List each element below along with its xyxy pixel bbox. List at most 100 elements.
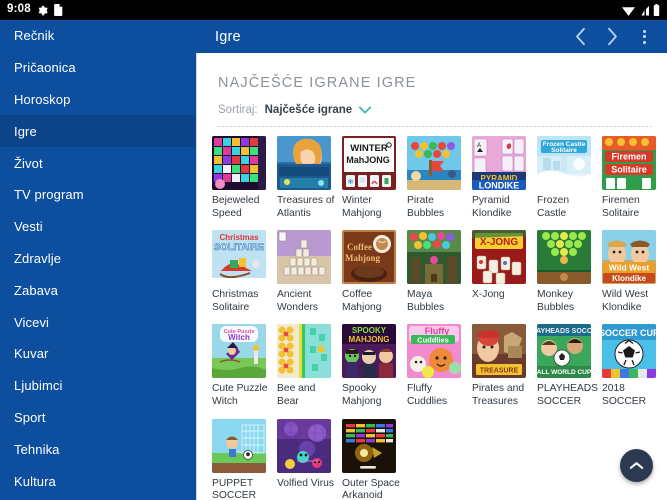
svg-text:SOLITAIRE: SOLITAIRE <box>214 242 264 253</box>
chevron-up-icon <box>629 462 644 469</box>
game-thumbnail <box>407 136 461 190</box>
signal-icon <box>638 5 650 16</box>
game-tile[interactable]: SOCCER CUP 2018 SOCCER <box>602 324 667 408</box>
game-title: X-Jong <box>472 289 505 301</box>
game-title: Ancient Wonders <box>277 289 319 313</box>
game-title: Maya Bubbles <box>407 289 445 313</box>
svg-text:✻: ✻ <box>348 178 354 186</box>
sidebar-item-label: Vesti <box>14 219 43 235</box>
sidebar-item-ljubimci[interactable]: Ljubimci <box>0 370 196 402</box>
game-thumbnail: Fluffy Cuddlies <box>407 324 461 379</box>
more-vertical-icon <box>642 29 646 44</box>
sidebar-item-vesti[interactable]: Vesti <box>0 211 196 243</box>
game-title: Pyramid Klondike <box>472 195 512 219</box>
game-tile[interactable]: Maya Bubbles <box>407 230 472 314</box>
sidebar-item-zdravlje[interactable]: Zdravlje <box>0 243 196 275</box>
game-thumbnail <box>277 230 331 285</box>
sidebar-item-tehnika[interactable]: Tehnika <box>0 433 196 465</box>
svg-text:Wild West: Wild West <box>609 263 650 273</box>
sidebar-item-label: Tehnika <box>14 441 60 457</box>
game-tile[interactable]: Bee and Bear <box>277 324 342 408</box>
overflow-menu-button[interactable] <box>629 22 659 52</box>
game-tile[interactable]: Volfied Virus <box>277 418 342 500</box>
game-tile[interactable]: Bejeweled Speed <box>212 136 277 220</box>
game-thumbnail <box>212 136 266 190</box>
sidebar-item-sport[interactable]: Sport <box>0 402 196 434</box>
game-title: Christmas Solitaire <box>212 289 259 313</box>
status-bar-left: 9:08 <box>0 4 63 16</box>
sidebar-item-kuvar[interactable]: Kuvar <box>0 338 196 370</box>
game-title: Coffee Mahjong <box>342 289 382 313</box>
back-button[interactable] <box>565 22 595 52</box>
sidebar-item-label: Pričaonica <box>14 60 76 76</box>
game-tile[interactable]: TREASURE Pirates and Treasures <box>472 324 537 408</box>
game-tile[interactable]: Cute Puzzle Witch Cute Puzzle Witch <box>212 324 277 408</box>
sidebar-item-label: Vicevi <box>14 314 50 330</box>
game-title: PUPPET SOCCER <box>212 477 257 500</box>
game-title: 2018 SOCCER <box>602 383 647 407</box>
game-thumbnail: Wild West Klondike <box>602 230 656 285</box>
svg-text:WINTER: WINTER <box>350 143 388 154</box>
game-thumbnail: Firemen Solitaire <box>602 136 656 190</box>
content-panel: NAJČEŠĆE IGRANE IGRE Sortiraj: Najčešće … <box>196 53 667 500</box>
sort-control[interactable]: Sortiraj: Najčešće igrane <box>197 91 667 116</box>
sidebar-item-label: Kultura <box>14 473 56 489</box>
game-thumbnail <box>277 324 331 379</box>
game-tile[interactable]: Christmas SOLITAIRE Christmas Solitaire <box>212 230 277 314</box>
game-tile[interactable]: SPOOKY MAHJONG Spooky Mahjong <box>342 324 407 408</box>
game-thumbnail: TREASURE <box>472 324 526 379</box>
section-title: NAJČEŠĆE IGRANE IGRE <box>218 75 417 91</box>
game-thumbnail: WINTER MahJONG ✻ <box>342 136 396 190</box>
sidebar-item-horoskop[interactable]: Horoskop <box>0 84 196 116</box>
game-tile[interactable]: Outer Space Arkanoid <box>342 418 407 500</box>
game-tile[interactable]: Frozen Castle Solitaire Frozen Castle <box>537 136 602 220</box>
game-thumbnail <box>407 230 461 285</box>
scroll-to-top-button[interactable] <box>620 449 653 482</box>
game-thumbnail-tile[interactable]: WINTER MahJONG ✻ Winter Mahjong <box>342 136 407 220</box>
sidebar-item-label: Ljubimci <box>14 378 63 394</box>
games-grid: Bejeweled Speed Treasures of Atlantis WI… <box>197 127 667 500</box>
game-tile[interactable]: AYHEADS SOCC ALL WORLD CUP PLAYHEADS SOC… <box>537 324 602 408</box>
game-thumbnail <box>212 418 266 473</box>
svg-text:Firemen: Firemen <box>611 152 646 162</box>
game-tile[interactable]: Monkey Bubbles <box>537 230 602 314</box>
sidebar-item-label: Igre <box>14 123 37 139</box>
game-tile[interactable]: Pirate Bubbles <box>407 136 472 220</box>
game-title: Wild West Klondike <box>602 289 649 313</box>
sidebar-item-tv-program[interactable]: TV program <box>0 179 196 211</box>
sidebar-item-zivot[interactable]: Život <box>0 147 196 179</box>
game-thumbnail: Frozen Castle Solitaire <box>537 136 591 190</box>
sidebar-item-label: TV program <box>14 187 84 203</box>
sidebar-item-igre[interactable]: Igre <box>0 115 196 148</box>
game-title: Bee and Bear <box>277 383 316 407</box>
sidebar-item-recnik[interactable]: Rečnik <box>0 20 196 52</box>
game-tile[interactable]: Firemen Solitaire Firemen Solitaire <box>602 136 667 220</box>
game-tile[interactable]: A PYRAMID LONDIKE Pyramid Klondike <box>472 136 537 220</box>
game-tile[interactable]: Treasures of Atlantis <box>277 136 342 220</box>
game-tile[interactable]: PUPPET SOCCER <box>212 418 277 500</box>
game-title: Cute Puzzle Witch <box>212 383 268 407</box>
svg-text:AYHEADS SOCC: AYHEADS SOCC <box>537 328 591 335</box>
sidebar-item-vicevi[interactable]: Vicevi <box>0 306 196 338</box>
game-title: Pirates and Treasures <box>472 383 525 407</box>
svg-text:TREASURE: TREASURE <box>480 368 519 375</box>
forward-button[interactable] <box>597 22 627 52</box>
game-title: Treasures of Atlantis <box>277 195 335 219</box>
gear-icon <box>37 5 48 16</box>
game-tile[interactable]: Coffee Mahjong Coffee Mahjong <box>342 230 407 314</box>
svg-text:Klondike: Klondike <box>612 274 646 283</box>
game-tile[interactable]: Ancient Wonders <box>277 230 342 314</box>
sidebar-item-zabava[interactable]: Zabava <box>0 274 196 306</box>
game-tile[interactable]: X-JONG X-Jong <box>472 230 537 314</box>
svg-text:ALL WORLD CUP: ALL WORLD CUP <box>537 369 591 376</box>
sidebar-item-label: Život <box>14 155 43 171</box>
chevron-right-icon <box>607 27 617 46</box>
game-tile[interactable]: Fluffy Cuddlies Fluffy Cuddlies <box>407 324 472 408</box>
game-tile[interactable]: Wild West Klondike Wild West Klondike <box>602 230 667 314</box>
game-title: Volfied Virus <box>277 477 335 489</box>
sidebar-item-kultura[interactable]: Kultura <box>0 465 196 497</box>
svg-text:Solitaire: Solitaire <box>611 165 647 175</box>
svg-text:Solitaire: Solitaire <box>551 147 577 154</box>
sidebar-item-pricaonica[interactable]: Pričaonica <box>0 52 196 84</box>
game-title: Fluffy Cuddlies <box>407 383 448 407</box>
